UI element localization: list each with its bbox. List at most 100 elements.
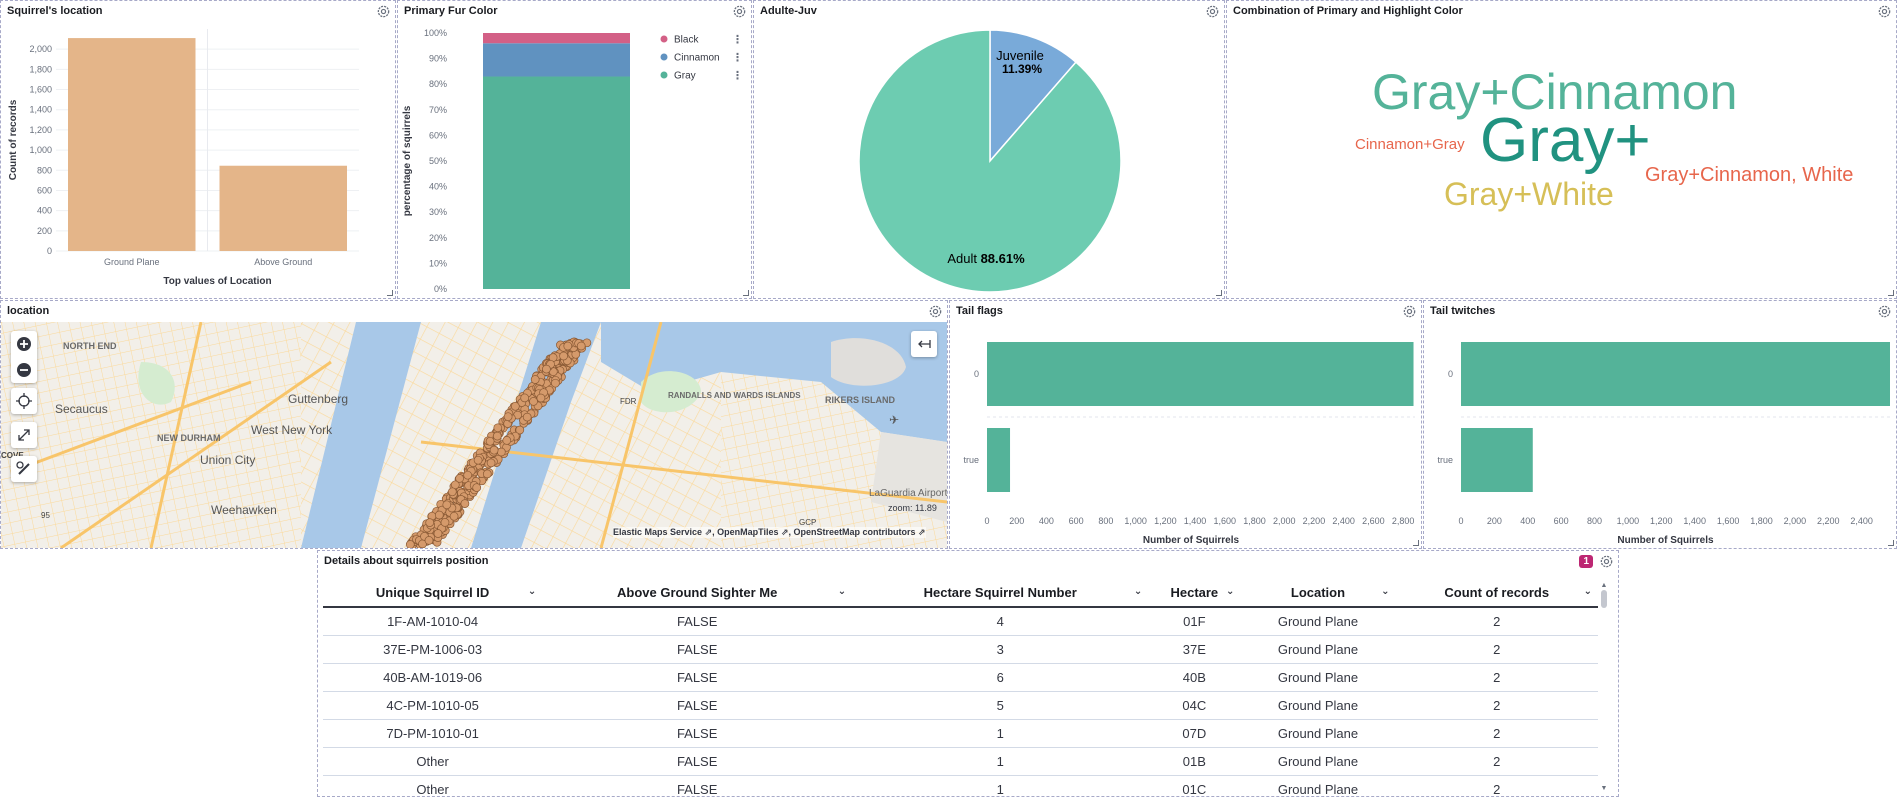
map-point	[442, 500, 452, 510]
x-tick-label: 0	[1458, 516, 1463, 526]
table-cell: 04C	[1148, 691, 1241, 720]
column-header[interactable]: Hectare Squirrel Number ⌄	[852, 578, 1149, 608]
y-tick-label: 800	[37, 165, 52, 175]
attribution-link[interactable]: OpenStreetMap contributors	[794, 527, 916, 537]
y-tick-label: 30%	[429, 207, 447, 217]
table-cell: 2	[1395, 747, 1598, 776]
bar	[219, 165, 347, 251]
map-canvas[interactable]: NORTH END Secaucus NEW DURHAM West New Y…	[1, 322, 947, 548]
column-header[interactable]: Location ⌄	[1240, 578, 1396, 608]
resize-handle[interactable]	[1888, 540, 1894, 546]
table-cell: 2	[1395, 719, 1598, 748]
layer-toggle-button[interactable]	[911, 331, 937, 357]
x-tick-label: Above Ground	[254, 257, 312, 267]
table-row[interactable]: Other FALSE 1 01B Ground Plane 2	[323, 747, 1598, 776]
attribution-link[interactable]: OpenMapTiles	[717, 527, 778, 537]
word-cinnamon-gray[interactable]: Cinnamon+Gray	[1355, 136, 1465, 153]
table-row[interactable]: 1F-AM-1010-04 FALSE 4 01F Ground Plane 2	[323, 607, 1598, 636]
column-header[interactable]: Above Ground Sighter Me ⌄	[542, 578, 853, 608]
gear-icon[interactable]	[1877, 4, 1892, 19]
table-cell: 1	[852, 775, 1149, 796]
column-header-label: Hectare Squirrel Number	[923, 584, 1077, 600]
resize-handle[interactable]	[1216, 290, 1222, 296]
y-tick-label: 100%	[424, 28, 447, 38]
table-row[interactable]: 40B-AM-1019-06 FALSE 6 40B Ground Plane 2	[323, 663, 1598, 692]
x-tick-label: 2,400	[1332, 516, 1355, 526]
resize-handle[interactable]	[387, 290, 393, 296]
column-header-label: Location	[1290, 584, 1346, 600]
map-point	[520, 393, 530, 403]
y-tick-label: 80%	[429, 79, 447, 89]
chevron-down-icon[interactable]: ⌄	[1226, 586, 1234, 597]
map-label: NORTH END	[63, 341, 117, 351]
map-point	[486, 458, 496, 468]
table-row[interactable]: 4C-PM-1010-05 FALSE 5 04C Ground Plane 2	[323, 691, 1598, 720]
table-header-row: Unique Squirrel ID ⌄ Above Ground Sighter …	[323, 578, 1598, 608]
chevron-down-icon[interactable]: ⌄	[1584, 586, 1592, 597]
bar	[1461, 428, 1533, 492]
y-tick-label: 90%	[429, 54, 447, 64]
table-cell: Ground Plane	[1240, 691, 1396, 720]
resize-handle[interactable]	[1888, 290, 1894, 296]
fit-bounds-button[interactable]	[11, 422, 37, 448]
column-header[interactable]: Unique Squirrel ID ⌄	[323, 578, 543, 608]
scroll-up-icon[interactable]: ▲	[1600, 582, 1608, 589]
word-gray-cinnamon-white[interactable]: Gray+Cinnamon, White	[1645, 164, 1853, 187]
scrollbar[interactable]: ▲ ▼	[1600, 582, 1608, 792]
table-row[interactable]: 7D-PM-1010-01 FALSE 1 07D Ground Plane 2	[323, 719, 1598, 748]
map-point	[489, 445, 499, 455]
table-row[interactable]: 37E-PM-1006-03 FALSE 3 37E Ground Plane 2	[323, 635, 1598, 664]
panel-title: Tail flags	[956, 305, 1003, 317]
gear-icon[interactable]	[1402, 304, 1417, 319]
gear-icon[interactable]	[376, 4, 391, 19]
y-tick-label: 0%	[434, 284, 447, 294]
draw-tools-button[interactable]	[11, 456, 37, 482]
y-tick-label: 1,000	[29, 145, 52, 155]
y-tick-label: 0	[1448, 369, 1453, 379]
map-label: RANDALLS AND WARDS ISLANDS	[668, 391, 801, 400]
chevron-down-icon[interactable]: ⌄	[1134, 586, 1142, 597]
data-table: Unique Squirrel ID ⌄ Above Ground Sighter …	[323, 578, 1598, 796]
table-cell: FALSE	[542, 607, 853, 636]
gear-icon[interactable]	[1877, 304, 1892, 319]
legend-menu-icon: ⋮	[732, 34, 743, 46]
map-point	[503, 412, 513, 422]
y-tick-label: 400	[37, 206, 52, 216]
notification-badge[interactable]: 1	[1579, 555, 1593, 568]
chevron-down-icon[interactable]: ⌄	[838, 586, 846, 597]
table-row[interactable]: Other FALSE 1 01C Ground Plane 2	[323, 775, 1598, 796]
resize-handle[interactable]	[743, 290, 749, 296]
map-label: Weehawken	[211, 503, 277, 517]
map-point	[455, 474, 464, 483]
x-tick-label: 1,400	[1683, 516, 1706, 526]
scroll-down-icon[interactable]: ▼	[1600, 785, 1608, 792]
map-label: 95	[41, 511, 50, 520]
column-header[interactable]: Hectare ⌄	[1148, 578, 1241, 608]
word-gray-white[interactable]: Gray+White	[1444, 176, 1614, 213]
y-tick-label: 600	[37, 185, 52, 195]
table-cell: 40B-AM-1019-06	[323, 663, 543, 692]
x-tick-label: 1,000	[1124, 516, 1147, 526]
column-header[interactable]: Count of records ⌄	[1395, 578, 1598, 608]
legend-menu-icon: ⋮	[732, 52, 743, 64]
map-point	[440, 518, 450, 527]
table-cell: 01C	[1148, 775, 1241, 796]
attribution-link[interactable]: Elastic Maps Service	[613, 527, 702, 537]
resize-handle[interactable]	[1413, 540, 1419, 546]
gear-icon[interactable]	[732, 4, 747, 19]
map-point	[434, 510, 444, 520]
slice-percent: 88.61%	[981, 251, 1026, 266]
zoom-in-button[interactable]	[11, 331, 37, 383]
gear-icon[interactable]	[1599, 554, 1614, 569]
y-tick-label: 200	[37, 226, 52, 236]
column-header-label: Above Ground Sighter Me	[617, 584, 778, 600]
locate-button[interactable]	[11, 388, 37, 414]
chevron-down-icon[interactable]: ⌄	[528, 586, 536, 597]
word-gray[interactable]: Gray+	[1480, 105, 1651, 176]
gear-icon[interactable]	[928, 304, 943, 319]
scroll-thumb[interactable]	[1601, 590, 1607, 608]
tools-icon	[16, 461, 30, 475]
map-point	[493, 423, 503, 433]
x-tick-label: 2,600	[1362, 516, 1385, 526]
chevron-down-icon[interactable]: ⌄	[1381, 586, 1389, 597]
